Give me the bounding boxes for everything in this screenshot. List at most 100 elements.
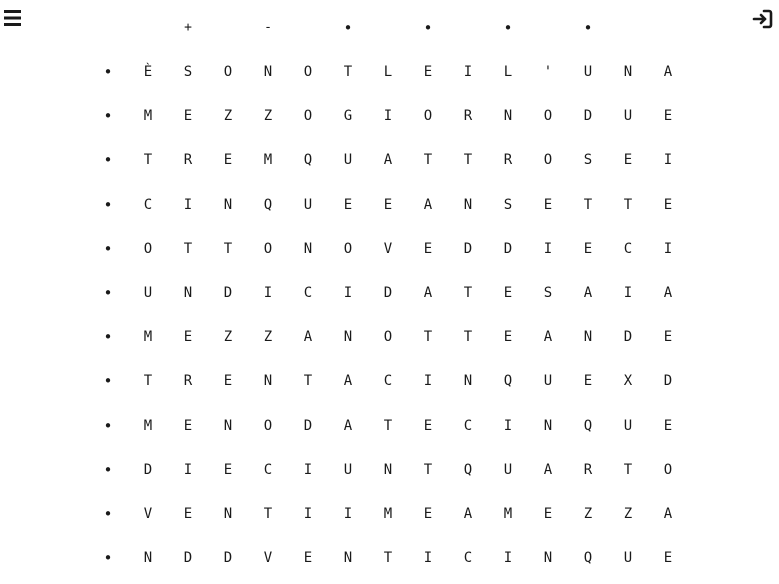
grid-letter: N: [463, 373, 473, 389]
grid-letter: N: [583, 329, 593, 345]
grid-letter: I: [423, 373, 433, 389]
grid-letter: N: [263, 64, 273, 80]
plus-button[interactable]: +: [178, 18, 198, 38]
grid-letter: I: [263, 285, 273, 301]
grid-letter: V: [263, 550, 273, 566]
grid-letter: M: [503, 506, 513, 522]
grid-letter: N: [463, 197, 473, 213]
grid-letter: V: [143, 506, 153, 522]
grid-letter: T: [463, 152, 473, 168]
grid-letter: N: [263, 373, 273, 389]
grid-letter: Q: [583, 418, 593, 434]
grid-letter: I: [383, 108, 393, 124]
grid-letter: E: [623, 152, 633, 168]
login-icon: [752, 9, 773, 29]
grid-letter: E: [423, 506, 433, 522]
grid-letter: N: [543, 550, 553, 566]
grid-letter: M: [383, 506, 393, 522]
grid-letter: L: [503, 64, 513, 80]
grid-letter: O: [303, 64, 313, 80]
hamburger-menu-icon: [4, 10, 21, 26]
grid-letter: E: [543, 506, 553, 522]
grid-letter: M: [263, 152, 273, 168]
grid-letter: Q: [583, 550, 593, 566]
grid-letter: I: [543, 241, 553, 257]
grid-letter: I: [623, 285, 633, 301]
grid-letter: T: [223, 241, 233, 257]
grid-letter: Z: [623, 506, 633, 522]
grid-letter: A: [423, 285, 433, 301]
grid-letter: A: [663, 506, 673, 522]
grid-letter: O: [543, 152, 553, 168]
grid-letter: T: [583, 197, 593, 213]
row-dot: •: [103, 461, 113, 479]
grid-letter: C: [383, 373, 393, 389]
grid-letter: S: [583, 152, 593, 168]
grid-letter: T: [383, 418, 393, 434]
grid-letter: C: [143, 197, 153, 213]
grid-letter: N: [503, 108, 513, 124]
grid-letter: Q: [463, 462, 473, 478]
grid-letter: Q: [303, 152, 313, 168]
grid-letter: S: [503, 197, 513, 213]
grid-letter: A: [543, 462, 553, 478]
grid-letter: E: [543, 197, 553, 213]
grid-letter: E: [223, 152, 233, 168]
grid-letter: E: [183, 108, 193, 124]
grid-letter: N: [143, 550, 153, 566]
grid-letter: E: [183, 329, 193, 345]
grid-letter: N: [343, 329, 353, 345]
grid-letter: O: [263, 241, 273, 257]
grid-letter: L: [383, 64, 393, 80]
grid-letter: Z: [223, 329, 233, 345]
grid-letter: Q: [503, 373, 513, 389]
grid-letter: U: [343, 462, 353, 478]
grid-letter: U: [343, 152, 353, 168]
grid-letter: U: [303, 197, 313, 213]
grid-letter: E: [503, 329, 513, 345]
grid-letter: I: [183, 197, 193, 213]
minus-button[interactable]: -: [258, 18, 278, 38]
grid-letter: C: [623, 241, 633, 257]
grid-letter: T: [463, 329, 473, 345]
grid-letter: I: [303, 506, 313, 522]
grid-letter: N: [623, 64, 633, 80]
grid-letter: I: [463, 64, 473, 80]
grid-letter: R: [583, 462, 593, 478]
grid-letter: R: [183, 373, 193, 389]
grid-letter: T: [343, 64, 353, 80]
grid-letter: T: [463, 285, 473, 301]
grid-letter: M: [143, 418, 153, 434]
menu-button[interactable]: [4, 7, 22, 29]
grid-letter: X: [623, 373, 633, 389]
grid-letter: A: [663, 285, 673, 301]
grid-letter: M: [143, 329, 153, 345]
grid-letter: D: [663, 373, 673, 389]
grid-letter: E: [383, 197, 393, 213]
grid-letter: E: [183, 506, 193, 522]
grid-letter: E: [663, 550, 673, 566]
grid-letter: A: [583, 285, 593, 301]
grid-letter: T: [383, 550, 393, 566]
grid-letter: D: [223, 285, 233, 301]
grid-letter: N: [303, 241, 313, 257]
grid-letter: M: [143, 108, 153, 124]
grid-letter: T: [143, 152, 153, 168]
row-dot: •: [103, 151, 113, 169]
grid-letter: N: [543, 418, 553, 434]
grid-letter: O: [303, 108, 313, 124]
grid-letter: N: [343, 550, 353, 566]
grid-letter: E: [423, 241, 433, 257]
grid-letter: N: [223, 418, 233, 434]
grid-letter: I: [503, 550, 513, 566]
grid-letter: A: [423, 197, 433, 213]
grid-letter: N: [383, 462, 393, 478]
row-dot: •: [103, 63, 113, 81]
grid-letter: T: [423, 152, 433, 168]
grid-letter: R: [183, 152, 193, 168]
grid-letter: I: [663, 152, 673, 168]
minute-dot: •: [583, 19, 593, 37]
grid-letter: E: [343, 197, 353, 213]
grid-letter: R: [503, 152, 513, 168]
login-button[interactable]: [751, 7, 775, 31]
